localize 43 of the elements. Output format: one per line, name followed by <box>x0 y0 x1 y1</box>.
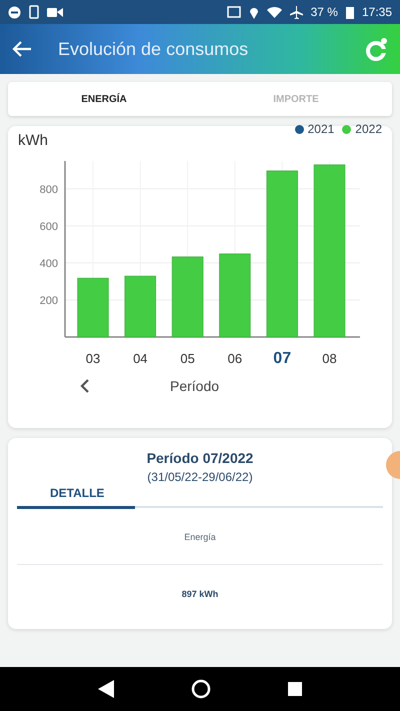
logo-icon <box>366 37 388 61</box>
period-title: Período 07/2022 <box>146 450 254 466</box>
axis-label: 200 <box>40 294 58 307</box>
tab[interactable]: DETALLE <box>50 484 104 506</box>
period-label: Período <box>170 378 220 394</box>
video-camera-icon <box>47 6 63 18</box>
axis-label[interactable]: 04 <box>133 351 148 366</box>
axis-label[interactable]: 07 <box>273 350 292 367</box>
previous-button[interactable] <box>80 378 90 394</box>
location-icon <box>248 6 259 18</box>
phone-icon <box>29 5 39 19</box>
legend-label: 2021 <box>308 122 334 136</box>
cast-icon <box>226 6 241 18</box>
recents-button[interactable] <box>288 682 302 696</box>
axis-label[interactable]: 06 <box>228 351 242 366</box>
home-button[interactable] <box>190 679 211 699</box>
axis-label: 600 <box>40 220 58 233</box>
screen-title: Evolución de consumos <box>58 38 250 60</box>
clock: 17:35 <box>362 5 392 19</box>
tab[interactable]: ENERGÍA <box>8 82 200 116</box>
row-value: 897 kWh <box>180 588 220 601</box>
do-not-disturb-icon <box>8 6 21 18</box>
bar[interactable] <box>124 276 156 338</box>
wifi-icon <box>266 6 282 18</box>
axis-label[interactable]: 08 <box>322 351 337 366</box>
bar[interactable] <box>77 278 109 338</box>
axis-label[interactable]: 03 <box>86 351 100 366</box>
axis-label: 800 <box>40 184 58 196</box>
axis-label[interactable]: 05 <box>180 351 195 366</box>
bar[interactable] <box>266 170 298 338</box>
bar[interactable] <box>314 164 346 338</box>
back-nav-button[interactable] <box>98 680 114 698</box>
legend-label: 2022 <box>355 122 382 136</box>
row-label: Energía <box>183 531 217 544</box>
unit-label: kWh <box>18 132 48 149</box>
bar[interactable] <box>172 256 204 338</box>
battery-icon <box>346 6 354 18</box>
date-range: (31/05/22-29/06/22) <box>146 470 254 484</box>
airplane-icon <box>290 6 303 18</box>
back-button[interactable] <box>12 40 32 58</box>
axis-label: 400 <box>40 258 58 270</box>
battery-percentage: 37 % <box>310 5 338 19</box>
bar[interactable] <box>219 254 251 338</box>
